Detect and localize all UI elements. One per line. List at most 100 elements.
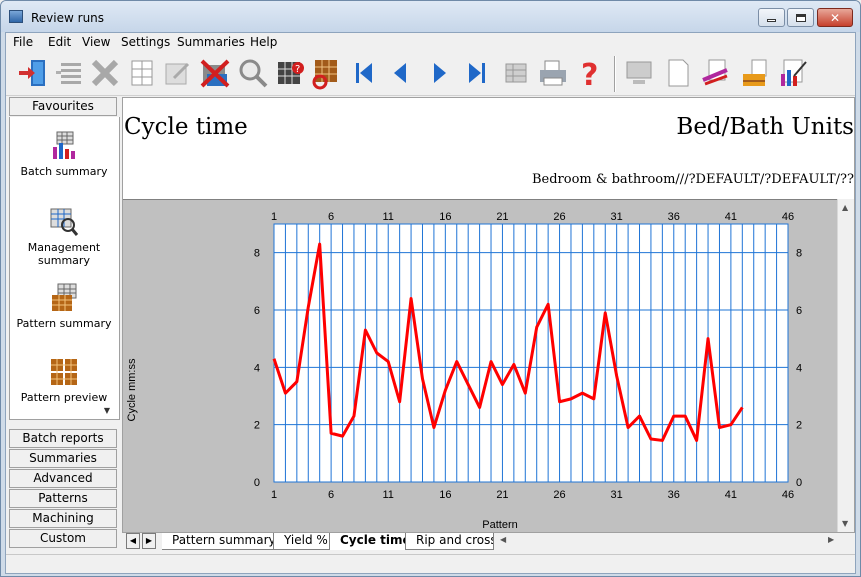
- minimize-button[interactable]: [758, 8, 785, 27]
- chart-edit-icon[interactable]: [776, 56, 810, 90]
- x-tick-label-top: 1: [271, 211, 277, 223]
- last-record-icon[interactable]: [460, 56, 494, 90]
- x-tick-label-bottom: 31: [611, 489, 623, 501]
- monitor-icon[interactable]: [622, 56, 656, 90]
- y-tick-label-left: 2: [254, 420, 260, 432]
- horizontal-scrollbar[interactable]: ◀ ▶: [494, 533, 854, 550]
- maximize-button[interactable]: [787, 8, 814, 27]
- report-product: Bed/Bath Units: [676, 114, 854, 140]
- pallet-icon[interactable]: [738, 56, 772, 90]
- print-icon[interactable]: [536, 56, 570, 90]
- sidebar-group-advanced[interactable]: Advanced: [9, 469, 117, 488]
- x-tick-label-bottom: 26: [553, 489, 565, 501]
- x-tick-label-bottom: 21: [496, 489, 508, 501]
- sidebar-group-patterns[interactable]: Patterns: [9, 489, 117, 508]
- search-icon[interactable]: [236, 56, 270, 90]
- edit-grid-icon[interactable]: [160, 56, 194, 90]
- y-tick-label-left: 6: [254, 305, 260, 317]
- tab-scroll-right-icon[interactable]: ▶: [142, 533, 156, 549]
- x-axis-label: Pattern: [482, 519, 517, 531]
- grid-refresh-icon[interactable]: [309, 56, 343, 90]
- x-tick-label-top: 21: [496, 211, 508, 223]
- blank-page-icon[interactable]: [661, 56, 695, 90]
- sidebar-group-batch-reports[interactable]: Batch reports: [9, 429, 117, 448]
- scroll-right-icon[interactable]: ▶: [828, 535, 834, 544]
- tab-rip-and-crosscut[interactable]: Rip and crossc: [406, 533, 494, 550]
- sheet-tab-strip: ◀ ▶ Pattern summary Yield % Cycle time R…: [122, 533, 855, 551]
- y-tick-label-right: 6: [796, 305, 802, 317]
- svg-text:?: ?: [581, 58, 598, 90]
- favourite-label: Batch summary: [20, 165, 108, 178]
- scroll-down-icon[interactable]: ▼: [842, 519, 848, 528]
- chart-area: 1 1 6 6 11 11 16 16 21 21 26 26 31 31 36 36 41 41 46 46 0 0 2 2…: [123, 199, 837, 532]
- menu-edit[interactable]: Edit: [48, 35, 71, 49]
- maximize-icon: [795, 13, 806, 22]
- x-tick-label-top: 26: [553, 211, 565, 223]
- cancel-batch-icon[interactable]: [198, 56, 232, 90]
- svg-text:?: ?: [295, 64, 300, 75]
- favourite-pattern-preview[interactable]: Pattern preview: [10, 357, 118, 404]
- pattern-grid-icon[interactable]: [125, 56, 159, 90]
- cycle-time-chart: 1166111116162121262631313636414146460 02 2…: [126, 211, 802, 531]
- x-tick-label-top: 6: [328, 211, 334, 223]
- grid-help-icon[interactable]: ?: [274, 56, 308, 90]
- client-area: File Edit View Settings Summaries Help ?…: [5, 32, 856, 574]
- y-tick-label-right: 2: [796, 420, 802, 432]
- x-tick-label-top: 16: [439, 211, 451, 223]
- tools-icon[interactable]: [699, 56, 733, 90]
- x-tick-label-bottom: 11: [383, 489, 394, 501]
- scroll-up-icon[interactable]: ▲: [842, 203, 848, 212]
- application-window: Review runs ✕ File Edit View Settings Su…: [0, 0, 861, 577]
- sidebar-group-custom[interactable]: Custom: [9, 529, 117, 548]
- y-tick-label-right: 4: [796, 362, 802, 374]
- x-tick-label-bottom: 6: [328, 489, 334, 501]
- favourite-label: Pattern summary: [16, 317, 112, 330]
- chevron-down-icon[interactable]: ▼: [100, 406, 114, 418]
- vertical-scrollbar[interactable]: ▲ ▼: [837, 199, 854, 532]
- menu-settings[interactable]: Settings: [121, 35, 170, 49]
- help-icon[interactable]: ?: [572, 56, 606, 93]
- x-tick-label-bottom: 36: [668, 489, 680, 501]
- status-bar: [6, 554, 855, 573]
- report-description: Bedroom & bathroom///?DEFAULT/?DEFAULT/?…: [531, 172, 854, 187]
- tab-scroll-left-icon[interactable]: ◀: [126, 533, 140, 549]
- x-tick-label-top: 41: [725, 211, 737, 223]
- x-tick-label-top: 46: [782, 211, 794, 223]
- favourite-management-summary[interactable]: Management summary: [10, 207, 118, 267]
- close-button[interactable]: ✕: [817, 8, 853, 27]
- x-tick-label-top: 31: [611, 211, 623, 223]
- favourite-batch-summary[interactable]: Batch summary: [10, 131, 118, 178]
- y-tick-label-right: 0: [796, 477, 802, 489]
- report-header: Cycle time Bed/Bath Units Bedroom & bath…: [123, 98, 854, 199]
- delete-icon[interactable]: [88, 56, 122, 90]
- x-tick-label-bottom: 46: [782, 489, 794, 501]
- app-icon: [9, 10, 23, 23]
- scroll-left-icon[interactable]: ◀: [500, 535, 506, 544]
- tab-yield[interactable]: Yield %: [274, 533, 330, 550]
- menu-view[interactable]: View: [82, 35, 110, 49]
- menu-help[interactable]: Help: [250, 35, 277, 49]
- first-record-icon[interactable]: [347, 56, 381, 90]
- sidebar-group-summaries[interactable]: Summaries: [9, 449, 117, 468]
- y-tick-label-left: 8: [254, 248, 260, 260]
- sidebar-group-machining[interactable]: Machining: [9, 509, 117, 528]
- tab-cycle-time[interactable]: Cycle time: [330, 533, 406, 550]
- favourites-panel: Batch summary Management summary Pattern…: [9, 117, 120, 420]
- y-axis-label: Cycle mm:ss: [126, 358, 138, 421]
- previous-record-icon[interactable]: [384, 56, 418, 90]
- export-grid-icon[interactable]: [500, 56, 534, 90]
- exit-icon[interactable]: [16, 56, 50, 90]
- pattern-summary-icon: [52, 283, 77, 311]
- toolbar-separator: [614, 56, 616, 92]
- report-title: Cycle time: [124, 114, 248, 140]
- menu-summaries[interactable]: Summaries: [177, 35, 245, 49]
- x-tick-label-top: 36: [668, 211, 680, 223]
- batch-summary-icon: [53, 131, 75, 159]
- next-record-icon[interactable]: [422, 56, 456, 90]
- tab-pattern-summary[interactable]: Pattern summary: [162, 533, 274, 550]
- favourite-pattern-summary[interactable]: Pattern summary: [10, 283, 118, 330]
- list-icon[interactable]: [53, 56, 87, 90]
- favourites-header[interactable]: Favourites: [9, 97, 117, 116]
- y-tick-label-right: 8: [796, 248, 802, 260]
- menu-file[interactable]: File: [13, 35, 33, 49]
